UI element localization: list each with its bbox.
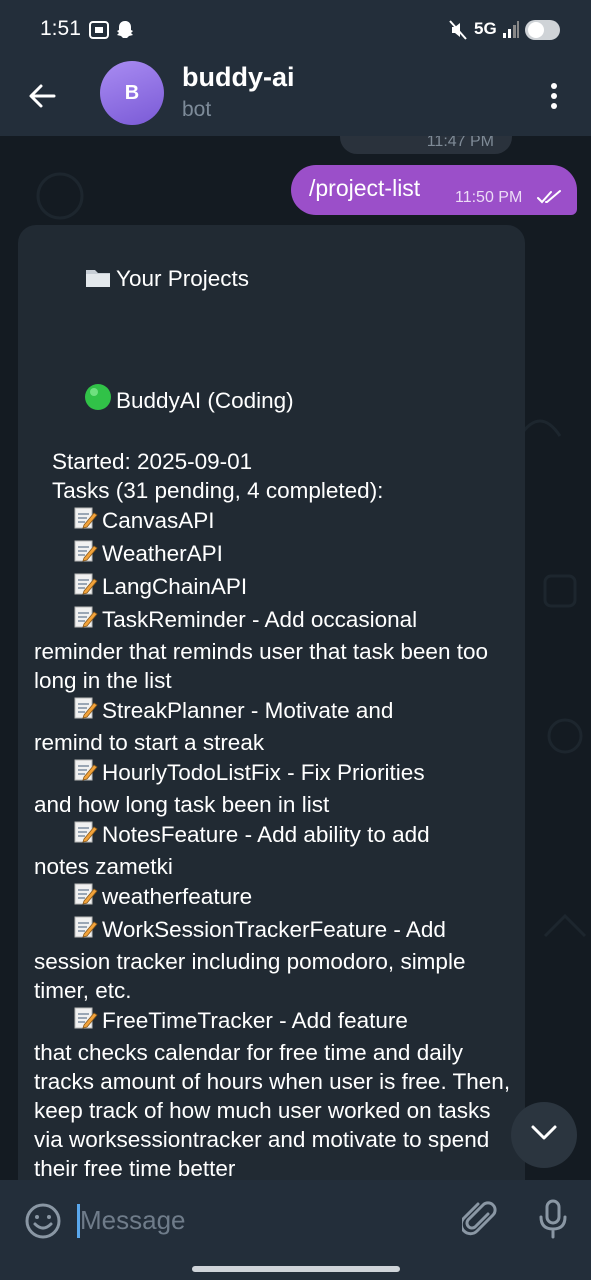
task-title: WeatherAPI <box>102 541 223 566</box>
task-item: CanvasAPI <box>34 505 516 538</box>
task-item: HourlyTodoListFix - Fix Priorities and ho… <box>34 757 516 819</box>
projects-heading: Your Projects <box>34 235 516 325</box>
memo-icon <box>72 538 98 571</box>
incoming-message-text: Your Projects BuddyAI (Coding) Started: … <box>34 235 516 1180</box>
previous-message-time: 11:47 PM <box>340 136 512 154</box>
emoji-icon[interactable] <box>24 1202 62 1245</box>
message-composer <box>0 1180 591 1280</box>
double-check-icon <box>537 189 563 210</box>
memo-icon <box>72 604 98 637</box>
chat-header: B buddy-ai bot <box>0 58 591 136</box>
task-item: LangChainAPI <box>34 571 516 604</box>
memo-icon <box>72 914 98 947</box>
scroll-down-button[interactable] <box>511 1102 577 1168</box>
status-time: 1:51 <box>40 17 81 40</box>
task-item: weatherfeature <box>34 881 516 914</box>
memo-icon <box>72 1005 98 1038</box>
snapchat-ghost-icon <box>114 19 136 46</box>
microphone-icon[interactable] <box>536 1198 570 1245</box>
task-description: reminder that reminds user that task bee… <box>34 639 488 693</box>
task-item: WorkSessionTrackerFeature - Add session t… <box>34 914 516 1005</box>
signal-icon <box>502 19 520 44</box>
task-title: WorkSessionTrackerFeature - Add <box>102 917 446 942</box>
network-label: 5G <box>474 19 497 38</box>
memo-icon <box>72 571 98 604</box>
mute-icon <box>448 19 468 46</box>
status-bar: 1:51 5G <box>0 0 591 58</box>
outgoing-message[interactable]: /project-list 11:50 PM <box>291 165 577 215</box>
chevron-down-icon <box>530 1124 558 1147</box>
screen-record-icon <box>88 19 110 46</box>
chat-title[interactable]: buddy-ai <box>182 62 295 93</box>
battery-icon <box>524 18 562 47</box>
task-item: NotesFeature - Add ability to add notes z… <box>34 819 516 881</box>
task-item: WeatherAPI <box>34 538 516 571</box>
memo-icon <box>72 819 98 852</box>
memo-icon <box>72 695 98 728</box>
outgoing-message-text: /project-list <box>309 175 421 201</box>
task-description: session tracker including pomodoro, simp… <box>34 949 466 1003</box>
task-title: weatherfeature <box>102 884 253 909</box>
chat-area[interactable]: 11:47 PM /project-list 11:50 PM Your Pro… <box>0 136 591 1180</box>
task-item: StreakPlanner - Motivate and remind to st… <box>34 695 516 757</box>
task-item: TaskReminder - Add occasional reminder th… <box>34 604 516 695</box>
task-title: CanvasAPI <box>102 508 215 533</box>
task-description: notes zametki <box>34 854 173 879</box>
memo-icon <box>72 505 98 538</box>
back-arrow-icon[interactable] <box>22 76 62 116</box>
task-list: CanvasAPI WeatherAPI LangChainAPI TaskRemin… <box>34 505 516 1180</box>
tasks-summary: Tasks (31 pending, 4 completed): <box>52 478 384 503</box>
incoming-message[interactable]: Your Projects BuddyAI (Coding) Started: … <box>18 225 525 1180</box>
task-title: FreeTimeTracker - Add feature <box>102 1008 408 1033</box>
green-circle-icon <box>84 383 112 418</box>
task-title: TaskReminder - Add occasional <box>102 607 418 632</box>
task-description: remind to start a streak <box>34 730 265 755</box>
project-started: Started: 2025-09-01 <box>52 449 253 474</box>
task-description: that checks calendar for free time and d… <box>34 1040 511 1180</box>
outgoing-message-time: 11:50 PM <box>455 189 523 206</box>
project-name: BuddyAI (Coding) <box>34 354 516 447</box>
home-indicator <box>192 1266 400 1272</box>
task-item: FreeTimeTracker - Add feature that checks… <box>34 1005 516 1180</box>
task-title: StreakPlanner - Motivate and <box>102 698 394 723</box>
task-title: NotesFeature - Add ability to add <box>102 822 430 847</box>
chat-subtitle: bot <box>182 98 212 121</box>
memo-icon <box>72 757 98 790</box>
folder-icon <box>84 265 112 296</box>
more-vertical-icon[interactable] <box>542 78 566 114</box>
paperclip-icon[interactable] <box>459 1200 498 1245</box>
message-input[interactable] <box>80 1200 440 1240</box>
task-title: LangChainAPI <box>102 574 248 599</box>
avatar[interactable]: B <box>100 61 164 125</box>
memo-icon <box>72 881 98 914</box>
task-description: and how long task been in list <box>34 792 330 817</box>
task-title: HourlyTodoListFix - Fix Priorities <box>102 760 425 785</box>
